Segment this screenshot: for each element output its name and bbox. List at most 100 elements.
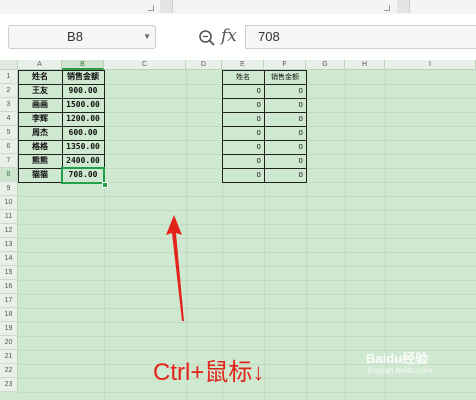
table1-row-border	[18, 98, 104, 99]
table2-amount-cell[interactable]: 0	[264, 168, 306, 182]
toolbar-segment[interactable]	[397, 0, 410, 13]
row-header-7[interactable]: 7	[0, 154, 18, 168]
grid-row-line	[18, 280, 476, 281]
table2-amount-cell[interactable]: 0	[264, 140, 306, 154]
column-header-a[interactable]: A	[18, 60, 62, 70]
table1-row-border	[18, 84, 104, 85]
table2-name-cell[interactable]: 0	[222, 140, 264, 154]
toolbar-strip	[0, 0, 476, 15]
table2-amount-cell[interactable]: 0	[264, 154, 306, 168]
annotation-text: Ctrl+鼠标↓	[153, 359, 265, 386]
grid-row-line	[18, 336, 476, 337]
row-header-18[interactable]: 18	[0, 308, 18, 322]
row-header-16[interactable]: 16	[0, 280, 18, 294]
row-header-10[interactable]: 10	[0, 196, 18, 210]
table1-amount-cell[interactable]: 600.00	[62, 126, 104, 140]
row-header-8[interactable]: 8	[0, 168, 18, 182]
table1-name-cell[interactable]: 格格	[18, 140, 62, 154]
table1-name-cell[interactable]: 熊熊	[18, 154, 62, 168]
cell-reference: B8	[67, 29, 83, 44]
grid-row-line	[18, 322, 476, 323]
red-arrow-icon	[166, 215, 184, 321]
table2-amount-cell[interactable]: 0	[264, 98, 306, 112]
row-header-5[interactable]: 5	[0, 126, 18, 140]
name-box[interactable]: B8 ▼	[8, 25, 156, 49]
table1-row-border	[18, 126, 104, 127]
row-header-22[interactable]: 22	[0, 364, 18, 378]
table1-name-cell[interactable]: 李辉	[18, 112, 62, 126]
zoom-search-icon[interactable]	[198, 29, 216, 47]
column-header-h[interactable]: H	[345, 60, 385, 70]
table1-row-border	[18, 154, 104, 155]
table1-column-border	[62, 70, 63, 182]
column-header-c[interactable]: C	[104, 60, 186, 70]
column-header-d[interactable]: D	[186, 60, 222, 70]
select-all-corner[interactable]	[0, 60, 18, 70]
column-header-f[interactable]: F	[264, 60, 306, 70]
table1-amount-cell[interactable]: 1500.00	[62, 98, 104, 112]
dropdown-corner-icon	[384, 5, 390, 11]
table1-name-cell[interactable]: 猫猫	[18, 168, 62, 182]
row-header-2[interactable]: 2	[0, 84, 18, 98]
table1-header-amount[interactable]: 销售金额	[62, 70, 104, 84]
row-header-12[interactable]: 12	[0, 224, 18, 238]
row-header-23[interactable]: 23	[0, 378, 18, 392]
grid-row-line	[18, 238, 476, 239]
row-header-17[interactable]: 17	[0, 294, 18, 308]
table1-amount-cell[interactable]: 1200.00	[62, 112, 104, 126]
column-header-i[interactable]: I	[385, 60, 476, 70]
formula-input[interactable]: 708	[245, 25, 476, 49]
column-header-g[interactable]: G	[306, 60, 345, 70]
active-cell-selection[interactable]	[61, 167, 105, 184]
table2-amount-cell[interactable]: 0	[264, 112, 306, 126]
table2-column-border	[264, 70, 265, 182]
table2-name-cell[interactable]: 0	[222, 168, 264, 182]
table2-name-cell[interactable]: 0	[222, 84, 264, 98]
grid-row-line	[18, 294, 476, 295]
table1-row-border	[18, 112, 104, 113]
watermark-brand: Baidu经验	[366, 351, 429, 366]
row-header-13[interactable]: 13	[0, 238, 18, 252]
table1-name-cell[interactable]: 王友	[18, 84, 62, 98]
row-header-15[interactable]: 15	[0, 266, 18, 280]
table2-amount-cell[interactable]: 0	[264, 126, 306, 140]
table1-amount-cell[interactable]: 1350.00	[62, 140, 104, 154]
row-header-14[interactable]: 14	[0, 252, 18, 266]
table1-amount-cell[interactable]: 2400.00	[62, 154, 104, 168]
table2-amount-cell[interactable]: 0	[264, 84, 306, 98]
grid-column-line	[104, 70, 105, 400]
row-header-3[interactable]: 3	[0, 98, 18, 112]
grid-row-line	[18, 210, 476, 211]
table2-name-cell[interactable]: 0	[222, 126, 264, 140]
row-header-21[interactable]: 21	[0, 350, 18, 364]
grid-row-line	[18, 252, 476, 253]
row-header-20[interactable]: 20	[0, 336, 18, 350]
grid-column-line	[306, 70, 307, 400]
table2-name-cell[interactable]: 0	[222, 98, 264, 112]
table2-name-cell[interactable]: 0	[222, 112, 264, 126]
table2-header-amount[interactable]: 销售金额	[264, 70, 306, 84]
table2-header-name[interactable]: 姓名	[222, 70, 264, 84]
grid-row-line	[18, 196, 476, 197]
row-header-6[interactable]: 6	[0, 140, 18, 154]
grid-row-line	[18, 266, 476, 267]
row-header-11[interactable]: 11	[0, 210, 18, 224]
toolbar-segment[interactable]	[172, 0, 398, 13]
row-header-4[interactable]: 4	[0, 112, 18, 126]
toolbar-segment[interactable]	[0, 0, 161, 13]
table1-name-cell[interactable]: 周杰	[18, 126, 62, 140]
fill-handle[interactable]	[102, 182, 108, 188]
grid-column-line	[345, 70, 346, 400]
table1-amount-cell[interactable]: 900.00	[62, 84, 104, 98]
row-header-19[interactable]: 19	[0, 322, 18, 336]
table1-name-cell[interactable]: 画画	[18, 98, 62, 112]
table2-name-cell[interactable]: 0	[222, 154, 264, 168]
column-header-e[interactable]: E	[222, 60, 264, 70]
chevron-down-icon[interactable]: ▼	[143, 26, 151, 48]
row-header-1[interactable]: 1	[0, 70, 18, 84]
row-header-9[interactable]: 9	[0, 182, 18, 196]
function-icon[interactable]: fx	[221, 26, 237, 46]
grid-row-line	[18, 224, 476, 225]
column-header-b[interactable]: B	[62, 60, 104, 70]
table1-header-name[interactable]: 姓名	[18, 70, 62, 84]
